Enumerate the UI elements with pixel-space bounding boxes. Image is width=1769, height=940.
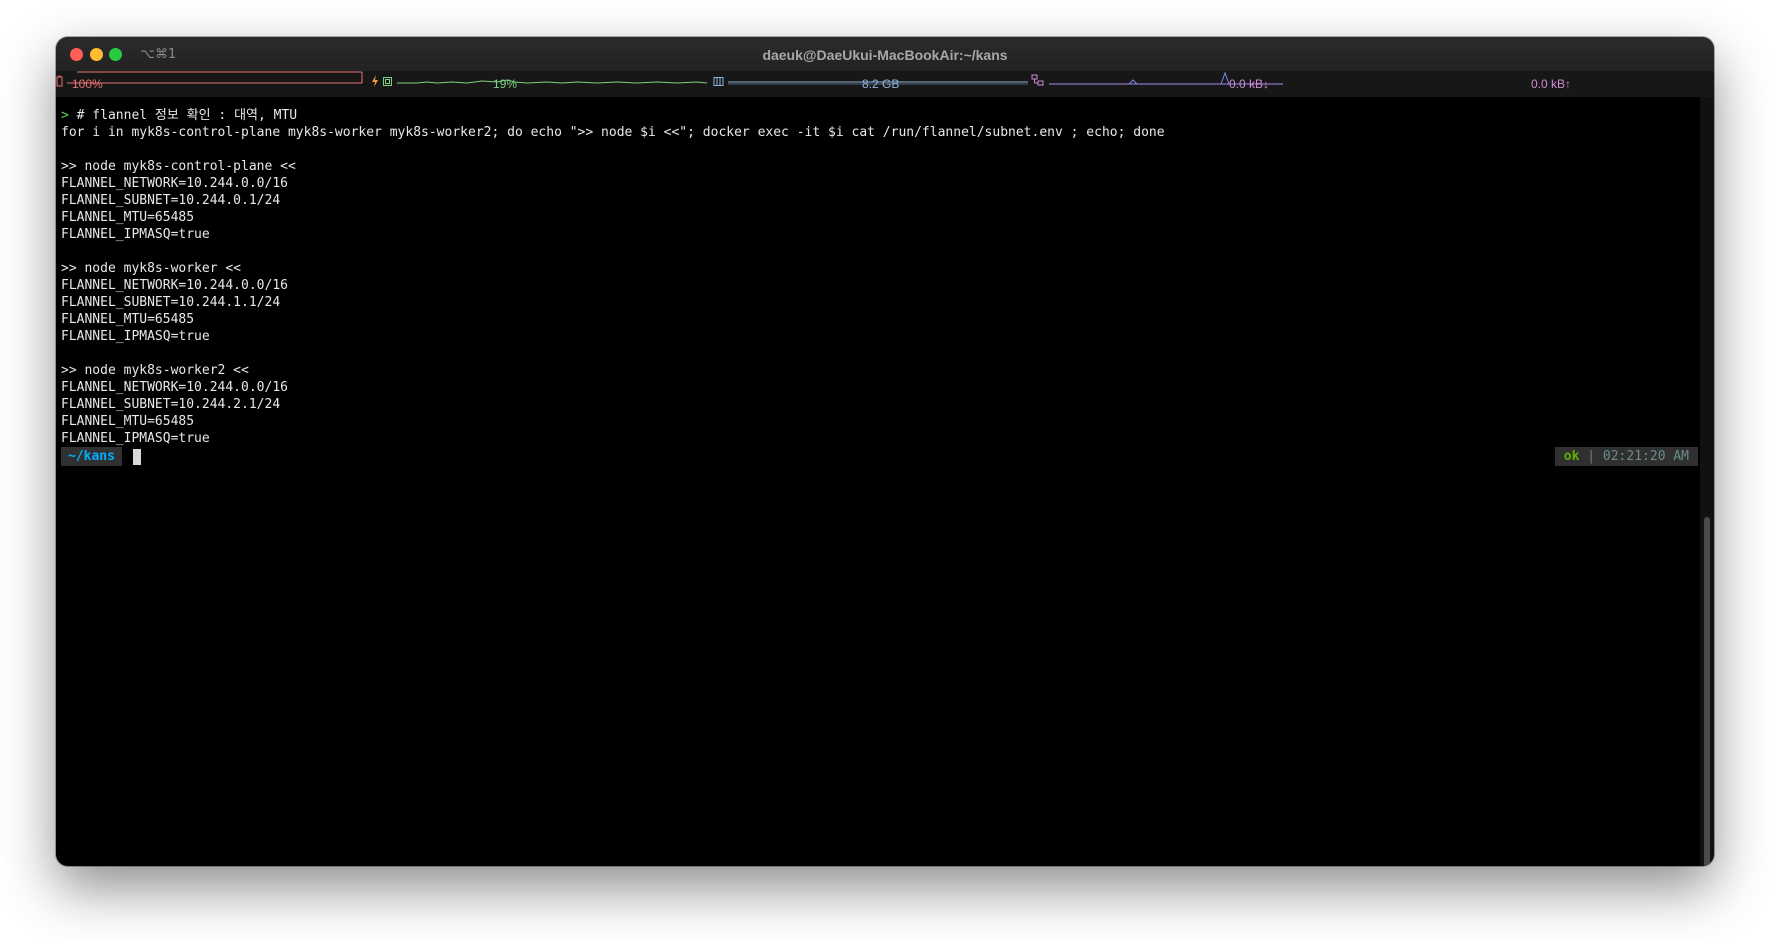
terminal-line: >> node myk8s-control-plane << (61, 158, 296, 175)
terminal-line-text: FLANNEL_NETWORK=10.244.0.0/16 (61, 380, 288, 395)
terminal-line-text: FLANNEL_IPMASQ=true (61, 329, 210, 344)
terminal-line-text: >> node myk8s-control-plane << (61, 159, 296, 174)
terminal-line-text: FLANNEL_MTU=65485 (61, 414, 195, 429)
terminal-line-text: FLANNEL_SUBNET=10.244.2.1/24 (61, 397, 281, 412)
terminal-line: FLANNEL_SUBNET=10.244.0.1/24 (61, 192, 280, 209)
battery-icon (56, 75, 63, 87)
terminal-line-text: >> node myk8s-worker2 << (61, 363, 249, 378)
terminal-line: >> node myk8s-worker << (61, 260, 241, 277)
terminal-line-text: FLANNEL_MTU=65485 (61, 210, 195, 225)
prompt-symbol: > (61, 108, 77, 123)
status-separator: | (1587, 449, 1596, 464)
terminal-line: FLANNEL_NETWORK=10.244.0.0/16 (61, 379, 288, 396)
scrollbar[interactable] (1700, 97, 1714, 866)
battery-percent: 100% (72, 77, 103, 91)
window-title: daeuk@DaeUkui-MacBookAir:~/kans (762, 47, 1008, 63)
terminal-line: FLANNEL_MTU=65485 (61, 413, 194, 430)
terminal-line-text: >> node myk8s-worker << (61, 261, 242, 276)
cpu-graph (397, 79, 708, 84)
terminal-line: FLANNEL_SUBNET=10.244.2.1/24 (61, 396, 280, 413)
terminal-line: FLANNEL_IPMASQ=true (61, 430, 210, 447)
cpu-percent: 19% (493, 77, 518, 91)
terminal-line: for i in myk8s-control-plane myk8s-worke… (61, 124, 1165, 141)
terminal-cursor (133, 449, 141, 465)
memory-usage: 8.2 GB (862, 77, 900, 91)
terminal-line: > # flannel 정보 확인 : 대역, MTU (61, 107, 297, 124)
status-ok: ok (1563, 449, 1580, 464)
terminal-line: FLANNEL_MTU=65485 (61, 311, 194, 328)
prompt-status-segment: ok | 02:21:20 AM (1554, 447, 1698, 466)
title-bar: ⌥⌘1 daeuk@DaeUkui-MacBookAir:~/kans (56, 37, 1714, 71)
terminal-line: FLANNEL_SUBNET=10.244.1.1/24 (61, 294, 280, 311)
battery-graph (67, 71, 363, 84)
terminal-line-text: FLANNEL_SUBNET=10.244.1.1/24 (61, 295, 281, 310)
terminal-window: ⌥⌘1 daeuk@DaeUkui-MacBookAir:~/kans 100%… (56, 37, 1714, 866)
network-icon (1031, 74, 1044, 86)
status-time: 02:21:20 AM (1602, 449, 1689, 464)
terminal-line: FLANNEL_IPMASQ=true (61, 328, 210, 345)
network-down: 0.0 kB↓ (1229, 77, 1270, 91)
terminal-line: FLANNEL_NETWORK=10.244.0.0/16 (61, 175, 288, 192)
network-up: 0.0 kB↑ (1531, 77, 1572, 91)
memory-icon (713, 77, 724, 86)
terminal-line-text: for i in myk8s-control-plane myk8s-worke… (61, 125, 1165, 140)
terminal-line: FLANNEL_IPMASQ=true (61, 226, 210, 243)
terminal-line-text: FLANNEL_SUBNET=10.244.0.1/24 (61, 193, 281, 208)
terminal-line-text: FLANNEL_NETWORK=10.244.0.0/16 (61, 278, 288, 293)
terminal-content[interactable]: > # flannel 정보 확인 : 대역, MTU for i in myk8… (61, 97, 1698, 866)
scrollbar-thumb[interactable] (1704, 517, 1710, 866)
terminal-line-text: FLANNEL_IPMASQ=true (61, 431, 210, 446)
prompt-directory: ~/kans (61, 447, 122, 466)
terminal-line: >> node myk8s-worker2 << (61, 362, 249, 379)
terminal-line: FLANNEL_MTU=65485 (61, 209, 194, 226)
charging-icon (371, 75, 378, 87)
terminal-line-text: FLANNEL_NETWORK=10.244.0.0/16 (61, 176, 288, 191)
status-bar: 100% 19% 8.2 GB 0.0 kB↓ 0.0 kB↑ (56, 71, 1714, 97)
terminal-line: FLANNEL_NETWORK=10.244.0.0/16 (61, 277, 288, 294)
terminal-line-text: FLANNEL_MTU=65485 (61, 312, 195, 327)
terminal-line-text: FLANNEL_IPMASQ=true (61, 227, 210, 242)
terminal-line-text: # flannel 정보 확인 : 대역, MTU (76, 108, 298, 123)
cpu-icon (383, 77, 393, 86)
